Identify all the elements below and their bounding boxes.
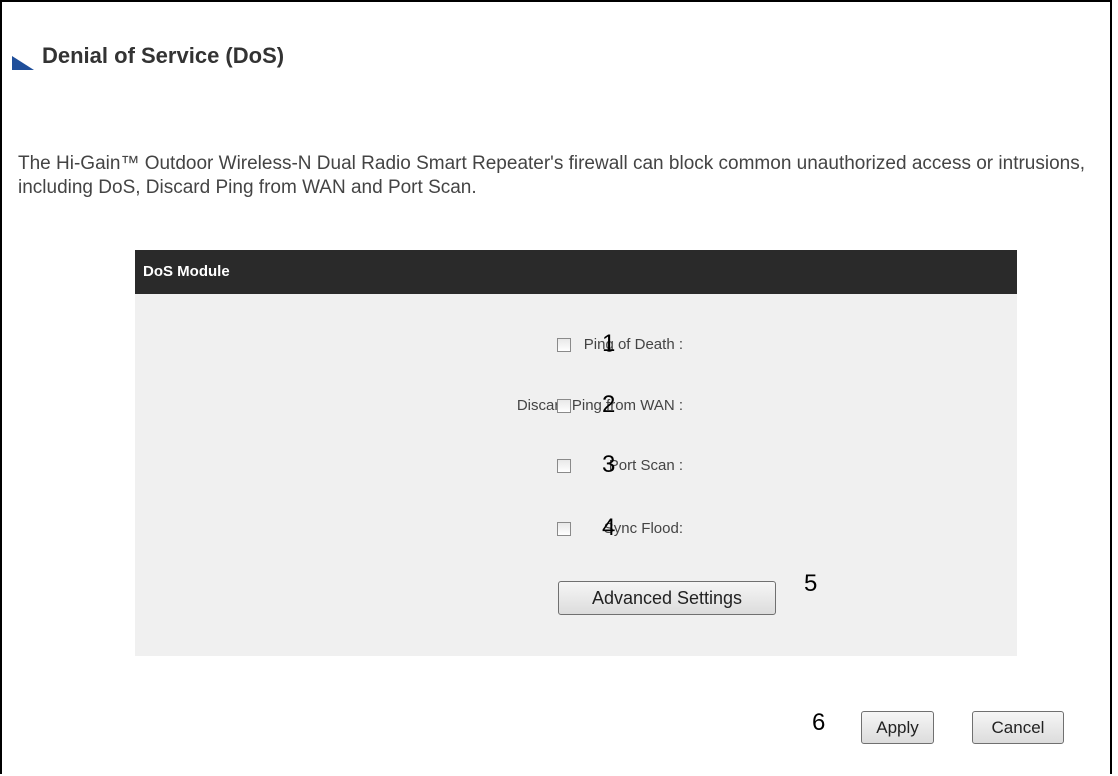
ping-of-death-checkbox[interactable] <box>557 338 571 352</box>
marker-2: 2 <box>602 391 616 418</box>
row-port-scan: Port Scan : 3 <box>135 451 1017 479</box>
row-sync-flood: Sync Flood: 4 <box>135 514 1017 542</box>
row-ping-of-death: Ping of Death : 1 <box>135 330 1017 358</box>
marker-4: 4 <box>602 514 616 541</box>
apply-button[interactable]: Apply <box>861 711 934 744</box>
ping-of-death-label: Ping of Death : <box>583 336 683 353</box>
page-title: Denial of Service (DoS) <box>42 43 285 68</box>
row-discard-ping-from-wan: Discard Ping from WAN : 2 <box>135 391 1017 419</box>
marker-6: 6 <box>812 709 826 736</box>
port-scan-checkbox[interactable] <box>557 459 571 473</box>
cancel-button[interactable]: Cancel <box>972 711 1064 744</box>
marker-1: 1 <box>602 330 616 357</box>
sync-flood-checkbox[interactable] <box>557 522 571 536</box>
panel-header: DoS Module <box>135 250 1017 294</box>
marker-3: 3 <box>602 451 616 478</box>
advanced-settings-button[interactable]: Advanced Settings <box>558 581 776 615</box>
port-scan-label: Port Scan : <box>608 457 683 474</box>
sync-flood-label: Sync Flood: <box>603 520 683 537</box>
discard-ping-label: Discard Ping from WAN : <box>516 397 683 414</box>
triangle-marker-icon <box>12 56 34 70</box>
marker-5: 5 <box>804 570 818 597</box>
discard-ping-checkbox[interactable] <box>557 399 571 413</box>
page-frame: Denial of Service (DoS) The Hi-Gain™ Out… <box>0 0 1112 774</box>
dos-module-panel: DoS Module Ping of Death : 1 Discard Pin… <box>135 250 1017 656</box>
page-description: The Hi-Gain™ Outdoor Wireless-N Dual Rad… <box>18 153 1085 198</box>
